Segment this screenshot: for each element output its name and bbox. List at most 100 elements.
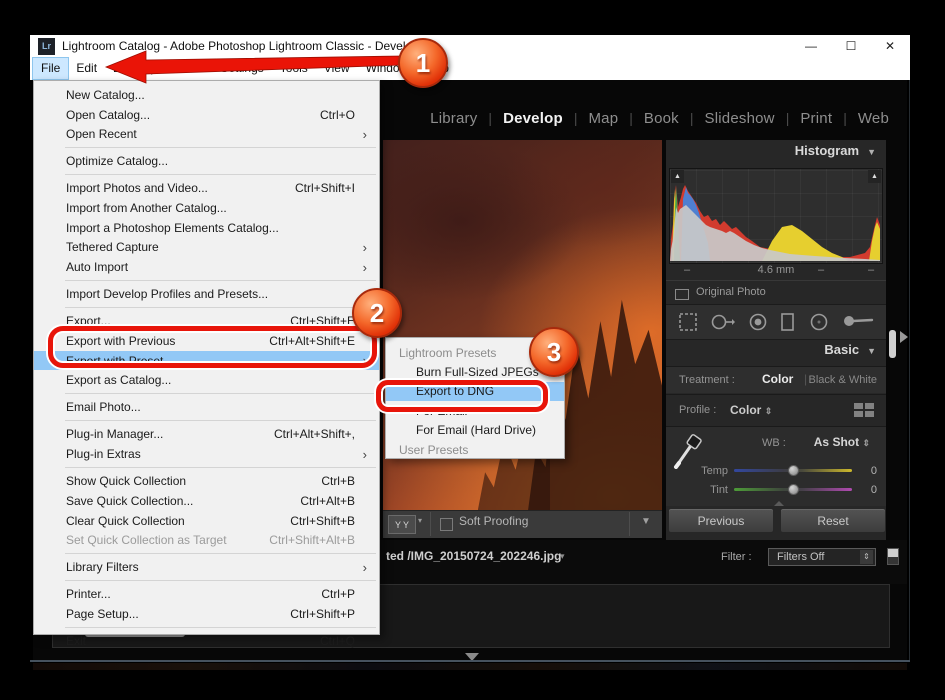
- file-menu-item-plug-in-manager[interactable]: Plug-in Manager...Ctrl+Alt+Shift+,: [34, 425, 379, 445]
- highlight-clipping-icon[interactable]: ▲: [868, 170, 881, 183]
- red-eye-icon[interactable]: [747, 311, 769, 333]
- filter-select[interactable]: Filters Off ⇕: [768, 548, 876, 566]
- file-menu-item-import-a-photoshop-elements-catalog[interactable]: Import a Photoshop Elements Catalog...: [34, 218, 379, 238]
- view-dropdown-icon[interactable]: ▾: [418, 516, 422, 525]
- filter-label: Filter :: [721, 551, 752, 563]
- treatment-divider: |: [804, 372, 807, 386]
- adjustment-brush-icon[interactable]: [841, 311, 875, 333]
- graduated-filter-icon[interactable]: [779, 311, 797, 333]
- file-menu-item-import-develop-profiles-and-presets[interactable]: Import Develop Profiles and Presets...: [34, 284, 379, 304]
- file-menu-item-open-catalog[interactable]: Open Catalog...Ctrl+O: [34, 105, 379, 125]
- module-library[interactable]: Library: [419, 110, 488, 127]
- menu-separator: [65, 420, 376, 421]
- treatment-row: Treatment : Color | Black & White: [666, 366, 886, 393]
- file-menu-item-import-photos-and-video[interactable]: Import Photos and Video...Ctrl+Shift+I: [34, 179, 379, 199]
- module-print[interactable]: Print: [789, 110, 843, 127]
- previous-button[interactable]: Previous: [668, 508, 774, 533]
- maximize-button[interactable]: ☐: [833, 35, 869, 57]
- filmstrip-filter-switch[interactable]: [887, 548, 899, 565]
- file-menu-item-tethered-capture[interactable]: Tethered Capture›: [34, 238, 379, 258]
- temp-slider[interactable]: [734, 469, 852, 472]
- filmstrip-path-caret-icon[interactable]: ▾: [560, 551, 565, 562]
- menu-separator: [65, 307, 376, 308]
- module-develop[interactable]: Develop: [492, 110, 574, 127]
- module-slideshow[interactable]: Slideshow: [694, 110, 786, 127]
- menu-item-label: Save Quick Collection...: [66, 494, 300, 508]
- menu-item-label: Exit: [66, 634, 320, 648]
- toolbar-options-dropdown-icon[interactable]: ▼: [641, 516, 651, 527]
- tint-slider-knob[interactable]: [788, 484, 799, 495]
- crop-overlay-icon[interactable]: [677, 311, 699, 333]
- tint-value: 0: [857, 484, 877, 496]
- file-menu-item-new-catalog[interactable]: New Catalog...: [34, 85, 379, 105]
- file-menu-item-import-from-another-catalog[interactable]: Import from Another Catalog...: [34, 198, 379, 218]
- tint-slider[interactable]: [734, 488, 852, 491]
- right-panel: Histogram▼ ▲ ▲ – 4.6 mm – – Original: [666, 140, 886, 540]
- file-menu-item-exit[interactable]: ExitCtrl+Q: [34, 631, 379, 651]
- histogram-graph[interactable]: ▲ ▲: [669, 168, 883, 264]
- minimize-button[interactable]: —: [793, 35, 829, 57]
- menu-item-label: Plug-in Manager...: [66, 427, 274, 441]
- panel-collapse-icon[interactable]: [774, 501, 784, 506]
- menu-separator: [65, 580, 376, 581]
- updown-icon: ⇕: [862, 438, 870, 448]
- file-menu-item-auto-import[interactable]: Auto Import›: [34, 257, 379, 277]
- collapse-triangle-icon[interactable]: ▼: [867, 147, 876, 157]
- preset-submenu-item-for-email-hard-drive[interactable]: For Email (Hard Drive): [386, 421, 564, 440]
- profile-select[interactable]: Color ⇕: [730, 403, 772, 417]
- exif-stats-row: – 4.6 mm – –: [666, 264, 886, 278]
- file-menu-item-show-quick-collection[interactable]: Show Quick CollectionCtrl+B: [34, 471, 379, 491]
- thumbnail-strip: [33, 663, 907, 670]
- menu-separator: [65, 393, 376, 394]
- wb-eyedropper-icon[interactable]: [672, 431, 708, 469]
- module-book[interactable]: Book: [633, 110, 690, 127]
- aperture-stat: –: [818, 264, 824, 276]
- annotation-step-1: 1: [398, 38, 448, 88]
- histogram-header[interactable]: Histogram▼: [666, 143, 886, 163]
- file-menu-item-optimize-catalog[interactable]: Optimize Catalog...: [34, 151, 379, 171]
- treatment-bw-option[interactable]: Black & White: [809, 374, 877, 386]
- menu-item-label: New Catalog...: [66, 88, 357, 102]
- basic-header[interactable]: Basic▼: [666, 342, 886, 362]
- panel-scrollbar-thumb[interactable]: [889, 330, 896, 358]
- radial-filter-icon[interactable]: [808, 311, 830, 333]
- before-after-view-button[interactable]: YY: [388, 515, 416, 534]
- menu-separator: [65, 627, 376, 628]
- temp-slider-knob[interactable]: [788, 465, 799, 476]
- spot-removal-icon[interactable]: [710, 311, 736, 333]
- profile-label: Profile :: [679, 404, 716, 416]
- close-button[interactable]: ✕: [872, 35, 908, 57]
- treatment-color-option[interactable]: Color: [762, 372, 793, 386]
- menu-separator: [65, 174, 376, 175]
- temp-value: 0: [857, 465, 877, 477]
- file-menu-item-plug-in-extras[interactable]: Plug-in Extras›: [34, 444, 379, 464]
- module-map[interactable]: Map: [577, 110, 629, 127]
- window-right-border: [909, 80, 910, 662]
- file-menu-item-save-quick-collection[interactable]: Save Quick Collection...Ctrl+Alt+B: [34, 491, 379, 511]
- menu-item-label: Printer...: [66, 587, 321, 601]
- file-menu-item-set-quick-collection-as-target[interactable]: Set Quick Collection as TargetCtrl+Shift…: [34, 530, 379, 550]
- filmstrip-path[interactable]: ted /IMG_20150724_202246.jpg: [386, 549, 561, 563]
- filter-updown-icon[interactable]: ⇕: [860, 550, 873, 564]
- file-menu-item-page-setup[interactable]: Page Setup...Ctrl+Shift+P: [34, 604, 379, 624]
- file-menu-item-library-filters[interactable]: Library Filters›: [34, 557, 379, 577]
- panel-expand-arrow-icon[interactable]: [900, 331, 908, 343]
- wb-select[interactable]: As Shot ⇕: [814, 435, 870, 449]
- file-menu-item-clear-quick-collection[interactable]: Clear Quick CollectionCtrl+Shift+B: [34, 511, 379, 531]
- file-menu-item-email-photo[interactable]: Email Photo...: [34, 398, 379, 418]
- file-menu-item-printer[interactable]: Printer...Ctrl+P: [34, 585, 379, 605]
- histogram-curves: [670, 169, 880, 261]
- file-menu-item-export-as-catalog[interactable]: Export as Catalog...: [34, 370, 379, 390]
- profile-row: Profile : Color ⇕: [666, 394, 886, 424]
- reset-button[interactable]: Reset: [780, 508, 886, 533]
- soft-proofing-checkbox[interactable]: [440, 518, 453, 531]
- shadow-clipping-icon[interactable]: ▲: [671, 170, 684, 183]
- menu-item-shortcut: Ctrl+Alt+Shift+,: [274, 427, 357, 441]
- module-web[interactable]: Web: [847, 110, 900, 127]
- file-menu-item-open-recent[interactable]: Open Recent›: [34, 124, 379, 144]
- profile-browser-icon[interactable]: [854, 403, 874, 417]
- menu-separator: [65, 467, 376, 468]
- original-photo-row: Original Photo: [666, 280, 886, 305]
- collapse-triangle-icon[interactable]: ▼: [867, 346, 876, 356]
- view-y-label: Y: [403, 520, 409, 530]
